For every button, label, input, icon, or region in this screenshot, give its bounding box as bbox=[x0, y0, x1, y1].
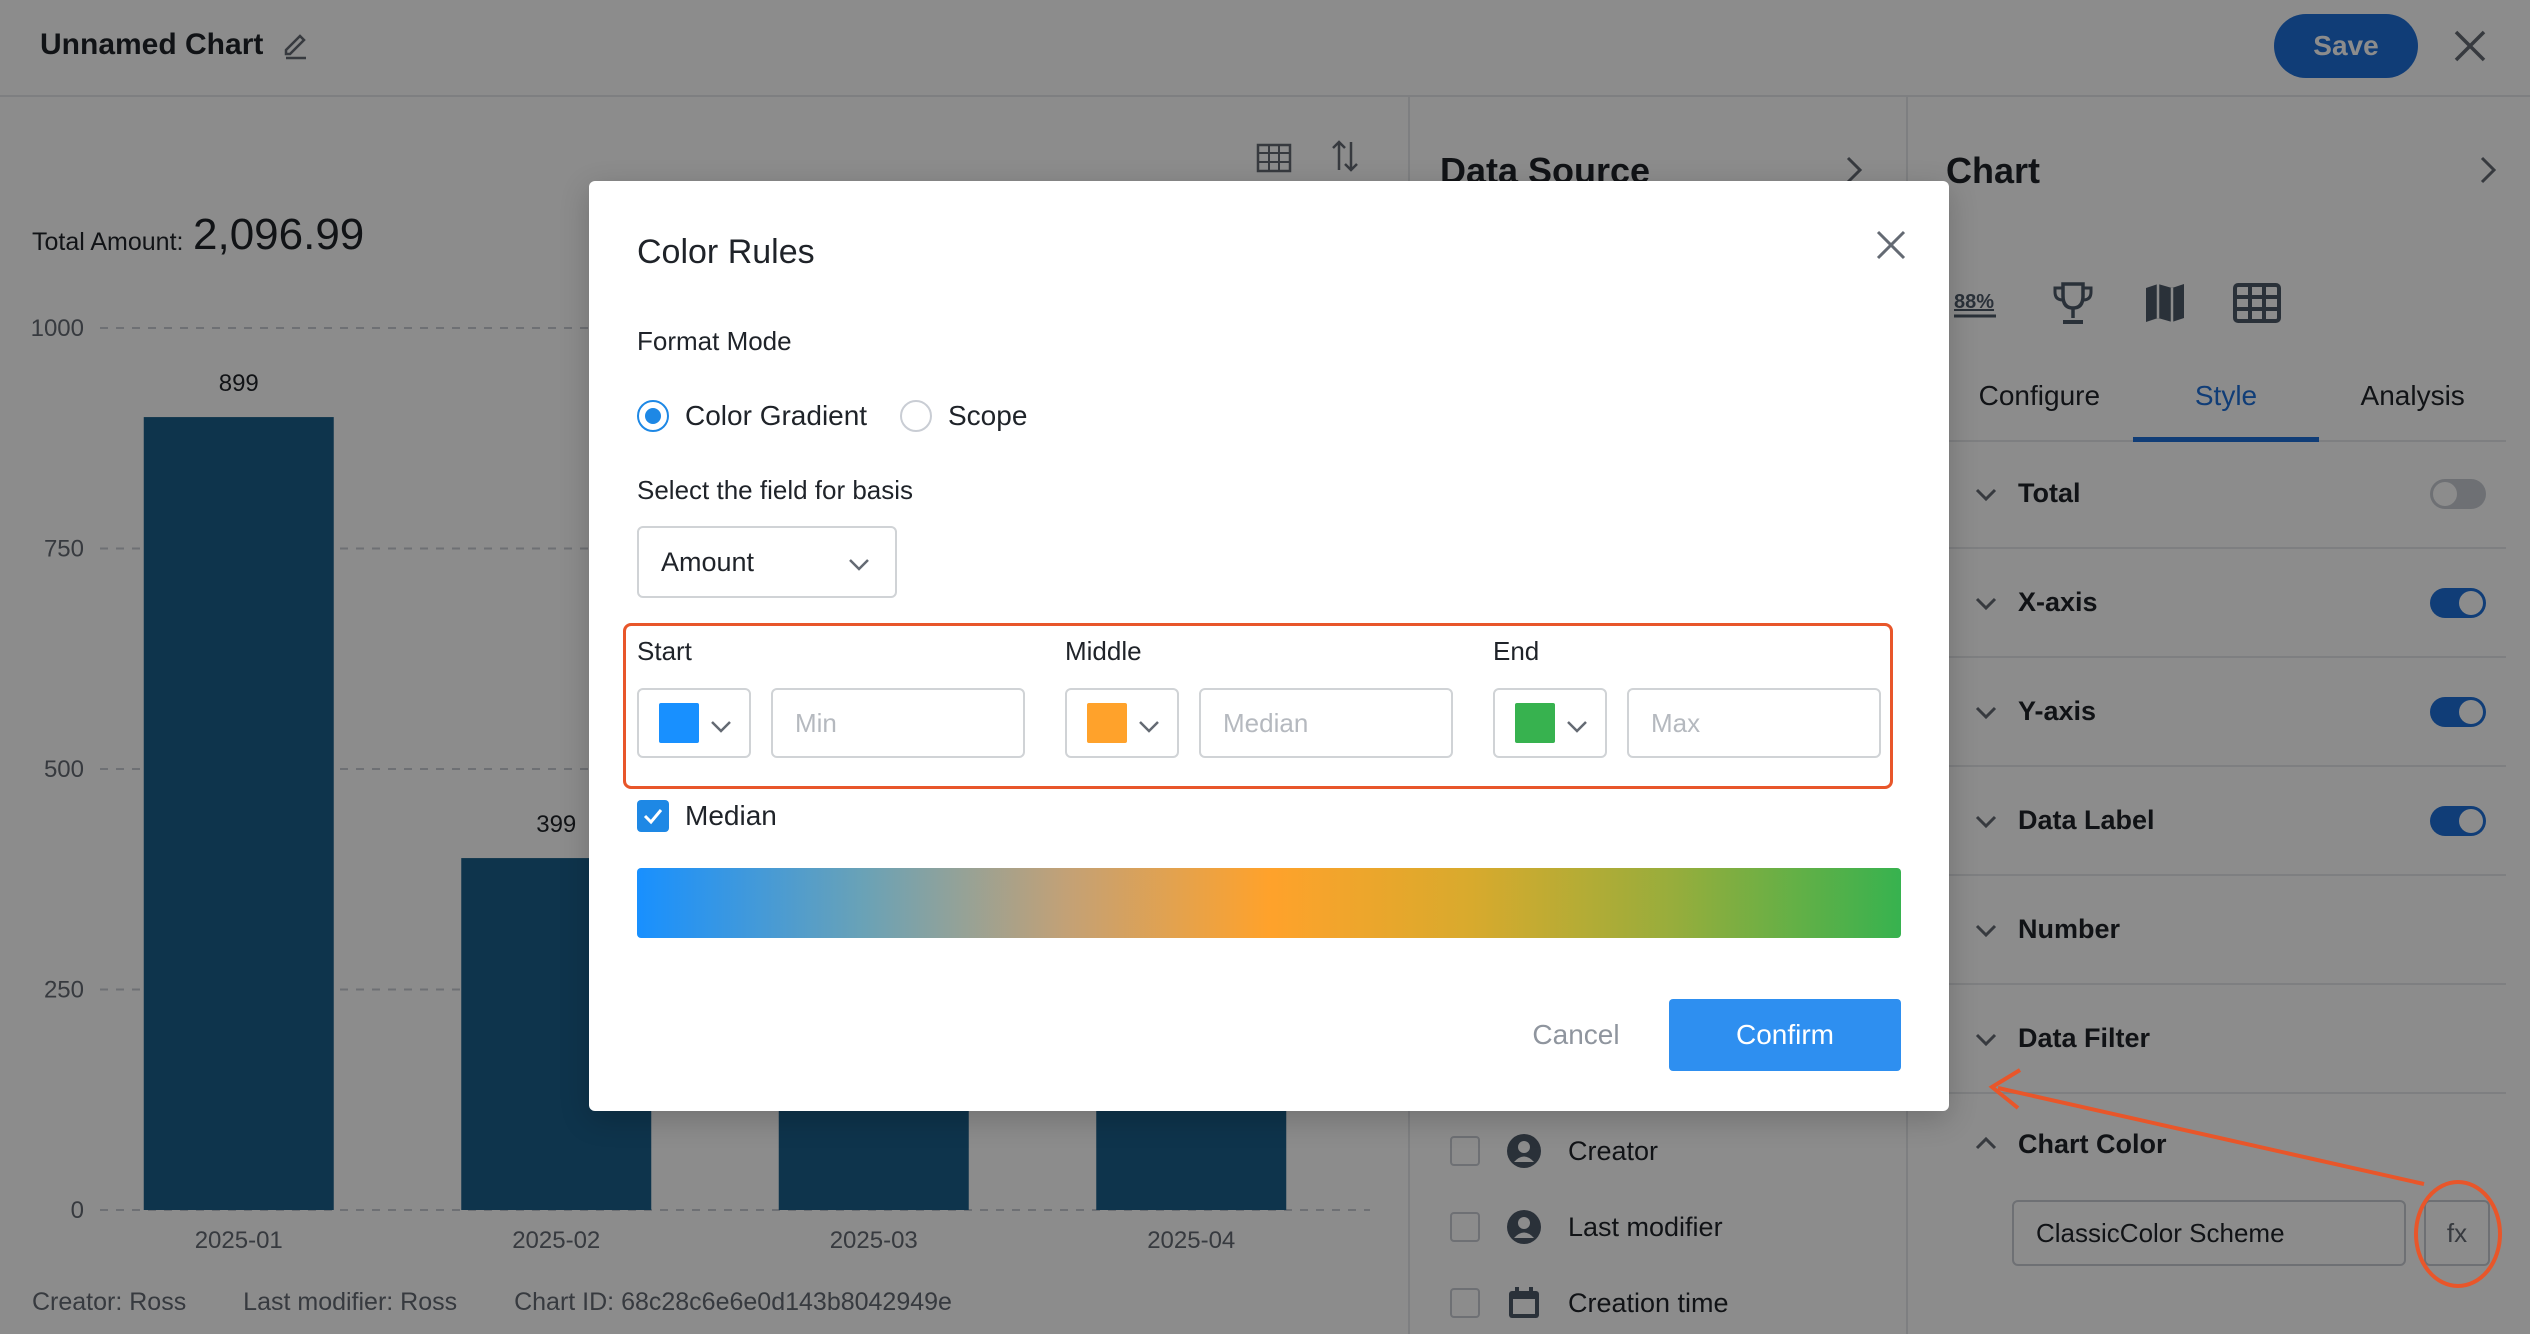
chevron-down-icon bbox=[711, 721, 731, 733]
radio-scope[interactable]: Scope bbox=[900, 396, 1027, 436]
check-icon bbox=[643, 809, 663, 825]
middle-label: Middle bbox=[1065, 636, 1142, 666]
format-mode-label: Format Mode bbox=[637, 326, 792, 356]
basis-field-select[interactable]: Amount bbox=[637, 526, 897, 598]
confirm-button[interactable]: Confirm bbox=[1669, 999, 1901, 1071]
color-swatch bbox=[1087, 703, 1127, 743]
middle-color-select[interactable] bbox=[1065, 688, 1179, 758]
end-label: End bbox=[1493, 636, 1540, 666]
radio-label: Scope bbox=[948, 400, 1028, 431]
radio-button[interactable] bbox=[637, 400, 669, 432]
start-color-select[interactable] bbox=[637, 688, 751, 758]
start-label: Start bbox=[637, 636, 692, 666]
median-checkbox-row[interactable]: Median bbox=[637, 796, 777, 836]
start-value-input[interactable] bbox=[771, 688, 1025, 758]
dialog-title: Color Rules bbox=[637, 233, 815, 271]
chevron-down-icon bbox=[849, 559, 869, 571]
color-swatch bbox=[659, 703, 699, 743]
middle-value-input[interactable] bbox=[1199, 688, 1453, 758]
basis-field-value: Amount bbox=[661, 546, 755, 577]
median-checkbox[interactable] bbox=[637, 800, 669, 832]
radio-label: Color Gradient bbox=[685, 400, 868, 431]
chevron-down-icon bbox=[1139, 721, 1159, 733]
gradient-preview bbox=[637, 868, 1901, 938]
radio-color-gradient[interactable]: Color Gradient bbox=[637, 396, 867, 436]
close-icon[interactable] bbox=[1873, 227, 1909, 263]
radio-button[interactable] bbox=[900, 400, 932, 432]
median-label: Median bbox=[685, 800, 777, 831]
chevron-down-icon bbox=[1567, 721, 1587, 733]
end-color-select[interactable] bbox=[1493, 688, 1607, 758]
basis-field-label: Select the field for basis bbox=[637, 475, 914, 505]
end-value-input[interactable] bbox=[1627, 688, 1881, 758]
cancel-button[interactable]: Cancel bbox=[1496, 999, 1656, 1071]
color-swatch bbox=[1515, 703, 1555, 743]
